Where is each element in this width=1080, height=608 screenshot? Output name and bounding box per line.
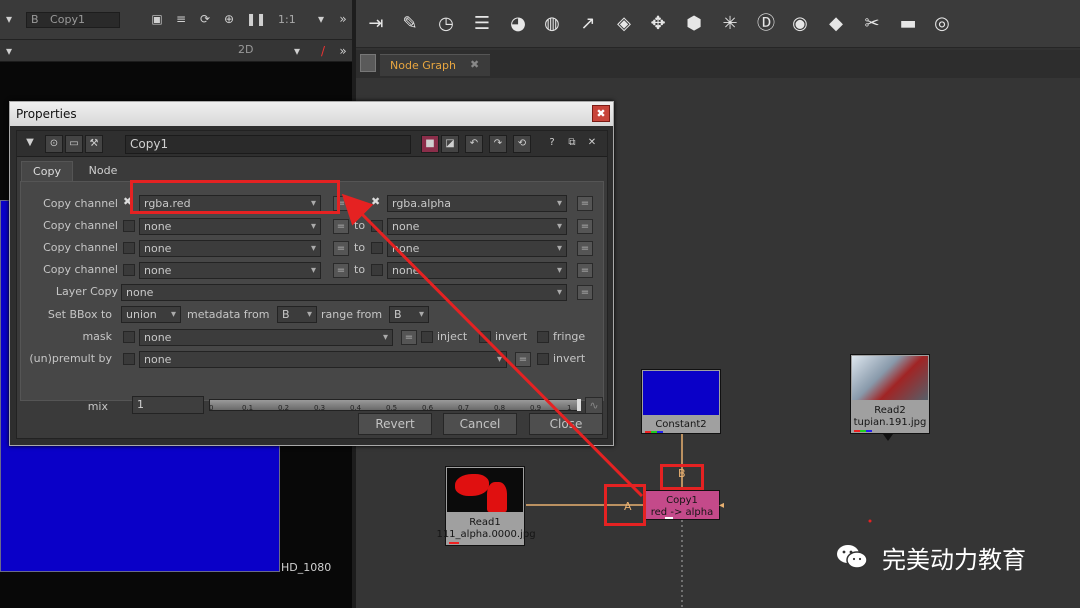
wechat-logo-icon [837,545,868,569]
annotation-arrow [341,193,644,498]
annotation-arrow-line [341,193,644,498]
watermark-text: 完美动力教育 [882,546,1026,574]
